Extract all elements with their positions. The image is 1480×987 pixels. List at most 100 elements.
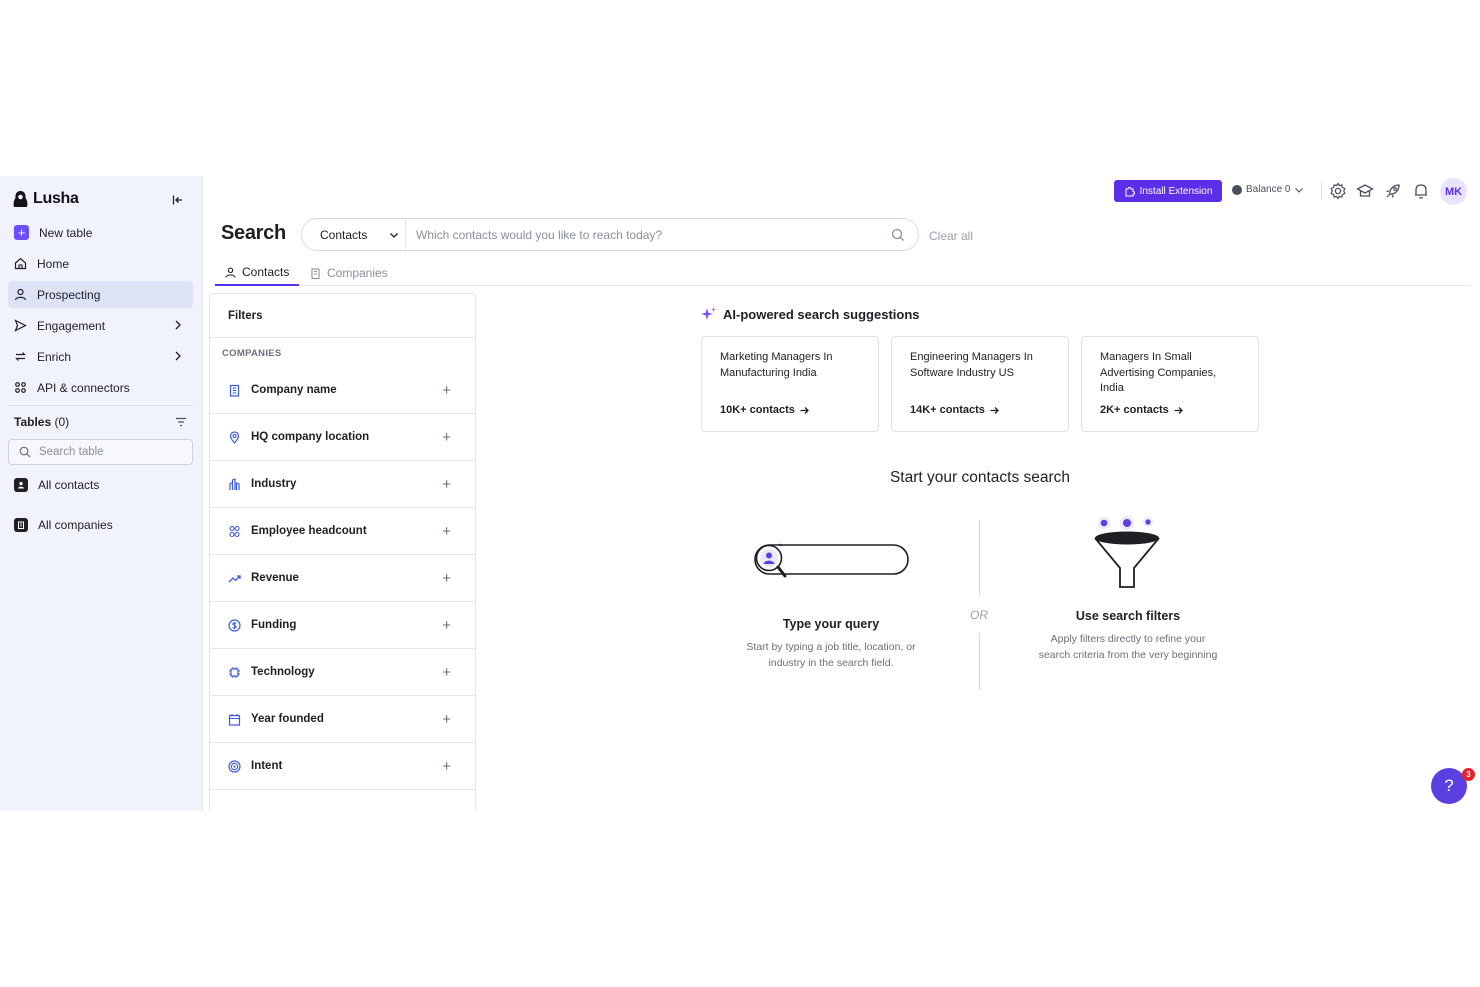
new-table-label: New table — [39, 225, 93, 240]
industry-icon — [229, 477, 240, 490]
suggestion-count: 14K+ contacts — [910, 404, 1000, 416]
plus-icon: + — [442, 758, 451, 775]
person-icon — [14, 288, 27, 301]
or-divider-top — [979, 520, 980, 596]
search-icon[interactable] — [890, 227, 906, 243]
plus-icon: + — [442, 617, 451, 634]
sidebar: Lusha + New table Home Prospecting Engag… — [0, 176, 203, 811]
search-input[interactable]: Which contacts would you like to reach t… — [406, 228, 890, 242]
table-all-contacts[interactable]: All contacts — [14, 478, 99, 492]
sidebar-item-enrich[interactable]: Enrich — [8, 343, 193, 370]
filter-employee-headcount[interactable]: Employee headcount + — [210, 508, 475, 555]
filter-intent[interactable]: Intent + — [210, 743, 475, 790]
search-table-input[interactable]: Search table — [8, 439, 193, 465]
table-label: All companies — [38, 518, 113, 532]
chevron-down-icon — [1295, 187, 1304, 193]
arrow-right-icon — [990, 406, 999, 414]
suggestion-count-label: 10K+ contacts — [720, 404, 795, 416]
tab-contacts[interactable]: Contacts — [215, 260, 300, 286]
rocket-icon[interactable] — [1384, 182, 1402, 200]
api-icon — [15, 382, 26, 393]
filter-label: Intent — [251, 760, 283, 772]
main-search-bar: Contacts Which contacts would you like t… — [301, 218, 919, 251]
dollar-icon — [228, 618, 241, 632]
sidebar-item-home[interactable]: Home — [8, 250, 193, 277]
table-all-companies[interactable]: All companies — [14, 518, 113, 532]
page-title: Search — [221, 222, 286, 244]
funnel-illustration — [1094, 516, 1160, 588]
arrow-right-icon — [1174, 406, 1183, 414]
clear-all-button[interactable]: Clear all — [929, 229, 973, 243]
tab-bar: Contacts Companies — [215, 260, 1470, 286]
sort-filter-icon[interactable] — [175, 416, 187, 428]
people-icon — [229, 525, 240, 537]
tables-label: Tables — [14, 415, 52, 429]
coin-icon — [1232, 184, 1242, 195]
suggestion-count-label: 14K+ contacts — [910, 404, 985, 416]
home-icon — [14, 257, 27, 270]
refresh-icon — [15, 352, 26, 361]
suggestion-card[interactable]: Managers In Small Advertising Companies,… — [1081, 336, 1259, 432]
filters-divider — [210, 337, 475, 338]
search-type-select[interactable]: Contacts — [302, 219, 406, 250]
sidebar-item-engagement[interactable]: Engagement — [8, 312, 193, 339]
search-query-illustration — [754, 543, 909, 578]
ai-suggestions-heading: AI-powered search suggestions — [701, 306, 920, 322]
sidebar-item-label: Prospecting — [37, 287, 101, 302]
gear-icon[interactable] — [1329, 182, 1347, 200]
tab-label: Companies — [327, 266, 388, 280]
app-window: Lusha + New table Home Prospecting Engag… — [0, 176, 1480, 811]
install-extension-label: Install Extension — [1139, 185, 1213, 197]
suggestion-count: 10K+ contacts — [720, 404, 810, 416]
academy-icon[interactable] — [1356, 182, 1374, 200]
suggestion-card[interactable]: Marketing Managers In Manufacturing Indi… — [701, 336, 879, 432]
suggestion-card[interactable]: Engineering Managers In Software Industr… — [891, 336, 1069, 432]
plus-icon: + — [442, 476, 451, 493]
tables-count: (0) — [54, 415, 70, 429]
plus-icon: + — [442, 664, 451, 681]
sidebar-item-label: Enrich — [37, 349, 72, 364]
plus-icon: + — [14, 225, 29, 240]
chip-icon — [229, 666, 240, 678]
location-pin-icon — [229, 430, 240, 444]
sidebar-item-label: API & connectors — [37, 380, 130, 395]
filters-option-title: Use search filters — [1075, 609, 1181, 623]
building-icon — [311, 267, 320, 279]
install-extension-button[interactable]: Install Extension — [1114, 180, 1222, 202]
balance-dropdown[interactable]: Balance 0 — [1232, 184, 1304, 195]
sidebar-item-prospecting[interactable]: Prospecting — [8, 281, 193, 308]
query-option-title: Type your query — [782, 617, 880, 631]
filter-label: Company name — [251, 384, 337, 396]
filter-hq-company-location[interactable]: HQ company location + — [210, 414, 475, 461]
search-table-placeholder: Search table — [39, 446, 104, 458]
lusha-logo[interactable]: Lusha — [12, 190, 79, 208]
filter-company-name[interactable]: Company name + — [210, 367, 475, 414]
collapse-left-icon — [172, 195, 182, 205]
filter-label: Year founded — [251, 713, 324, 725]
filter-industry[interactable]: Industry + — [210, 461, 475, 508]
arrow-right-icon — [800, 406, 809, 414]
sidebar-item-label: Home — [37, 256, 70, 271]
chevron-right-icon — [175, 320, 181, 330]
tab-companies[interactable]: Companies — [300, 260, 398, 286]
plus-icon: + — [442, 429, 451, 446]
filter-technology[interactable]: Technology + — [210, 649, 475, 696]
filter-label: Employee headcount — [251, 525, 367, 537]
filter-label: Revenue — [251, 572, 299, 584]
sidebar-item-api-connectors[interactable]: API & connectors — [8, 374, 193, 401]
filter-funding[interactable]: Funding + — [210, 602, 475, 649]
filter-revenue[interactable]: Revenue + — [210, 555, 475, 602]
table-label: All contacts — [38, 478, 100, 492]
filter-year-founded[interactable]: Year founded + — [210, 696, 475, 743]
lusha-logo-icon — [13, 191, 28, 207]
send-icon — [14, 319, 27, 332]
suggestion-text: Marketing Managers In Manufacturing Indi… — [720, 351, 833, 379]
filters-section-label: COMPANIES — [222, 348, 282, 359]
query-option-description: Start by typing a job title, location, o… — [746, 641, 916, 669]
bell-icon[interactable] — [1412, 182, 1430, 200]
brand-name: Lusha — [33, 190, 79, 207]
collapse-sidebar-button[interactable] — [170, 192, 186, 208]
avatar[interactable]: MK — [1440, 178, 1467, 205]
contacts-table-icon — [14, 478, 28, 492]
new-table-button[interactable]: + New table — [8, 219, 193, 246]
